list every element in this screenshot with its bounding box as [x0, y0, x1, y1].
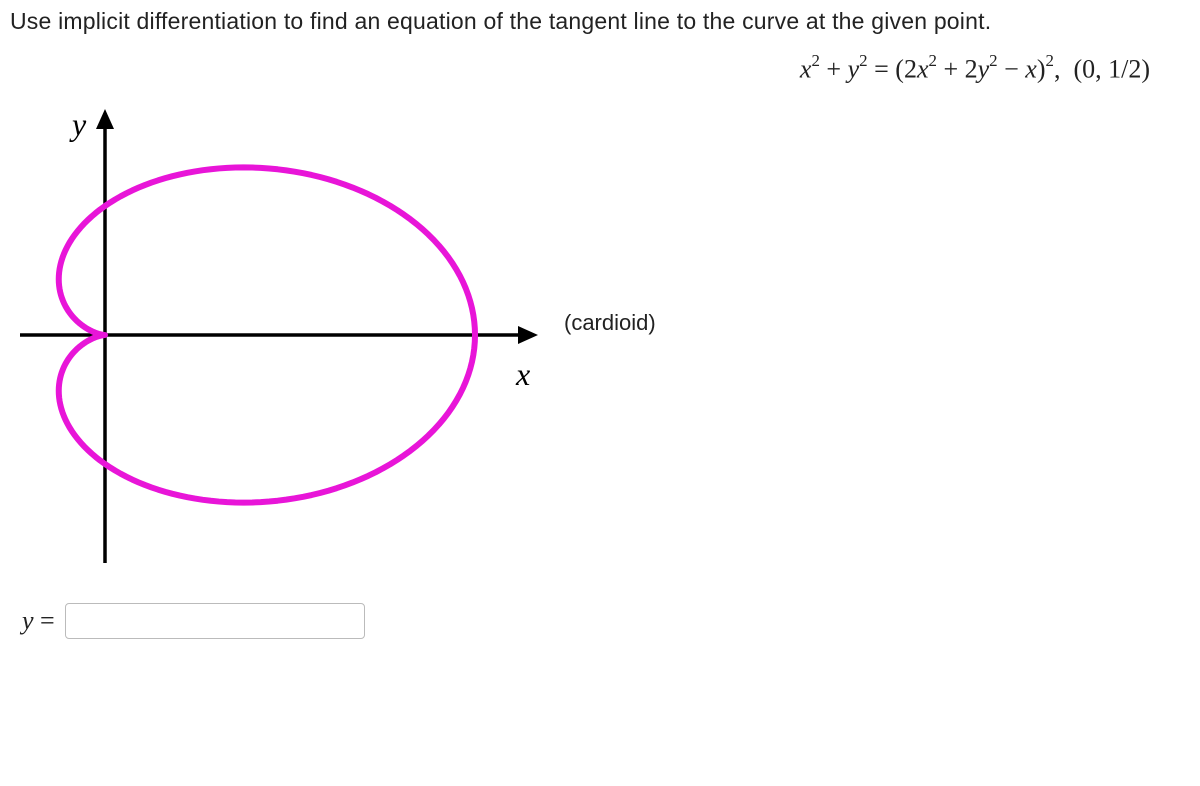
- cardioid-plot: y x: [10, 95, 550, 575]
- answer-row: y =: [10, 603, 1190, 639]
- eq-x-exp: 2: [811, 51, 819, 70]
- eq-plus2: +: [943, 55, 958, 84]
- eq-point: (0, 1/2): [1073, 55, 1150, 84]
- x-axis-label: x: [515, 356, 530, 392]
- eq-x2: x: [917, 55, 929, 84]
- eq-y2-exp: 2: [989, 51, 997, 70]
- eq-minus: −: [1004, 55, 1019, 84]
- equation-row: x2 + y2 = (2x2 + 2y2 − x)2, (0, 1/2): [10, 53, 1190, 85]
- eq-comma: ,: [1054, 55, 1061, 84]
- y-axis-label: y: [69, 106, 87, 142]
- eq-x: x: [800, 55, 812, 84]
- answer-input[interactable]: [65, 603, 365, 639]
- eq-rparen: ): [1037, 55, 1046, 84]
- eq-y-exp: 2: [859, 51, 867, 70]
- curve-caption: (cardioid): [564, 310, 656, 336]
- eq-plus1: +: [826, 55, 841, 84]
- answer-eq: =: [40, 606, 55, 635]
- eq-x2-exp: 2: [928, 51, 936, 70]
- eq-y: y: [848, 55, 860, 84]
- answer-label: y =: [22, 606, 55, 636]
- eq-2a: 2: [904, 55, 917, 84]
- eq-2b: 2: [965, 55, 978, 84]
- eq-outer-exp: 2: [1046, 51, 1054, 70]
- eq-equals: =: [874, 55, 889, 84]
- eq-y2: y: [978, 55, 990, 84]
- curve-equation: x2 + y2 = (2x2 + 2y2 − x)2, (0, 1/2): [800, 53, 1150, 85]
- instruction-text: Use implicit differentiation to find an …: [10, 8, 1190, 35]
- eq-x3: x: [1025, 55, 1037, 84]
- answer-y: y: [22, 606, 34, 635]
- eq-lparen: (: [895, 55, 904, 84]
